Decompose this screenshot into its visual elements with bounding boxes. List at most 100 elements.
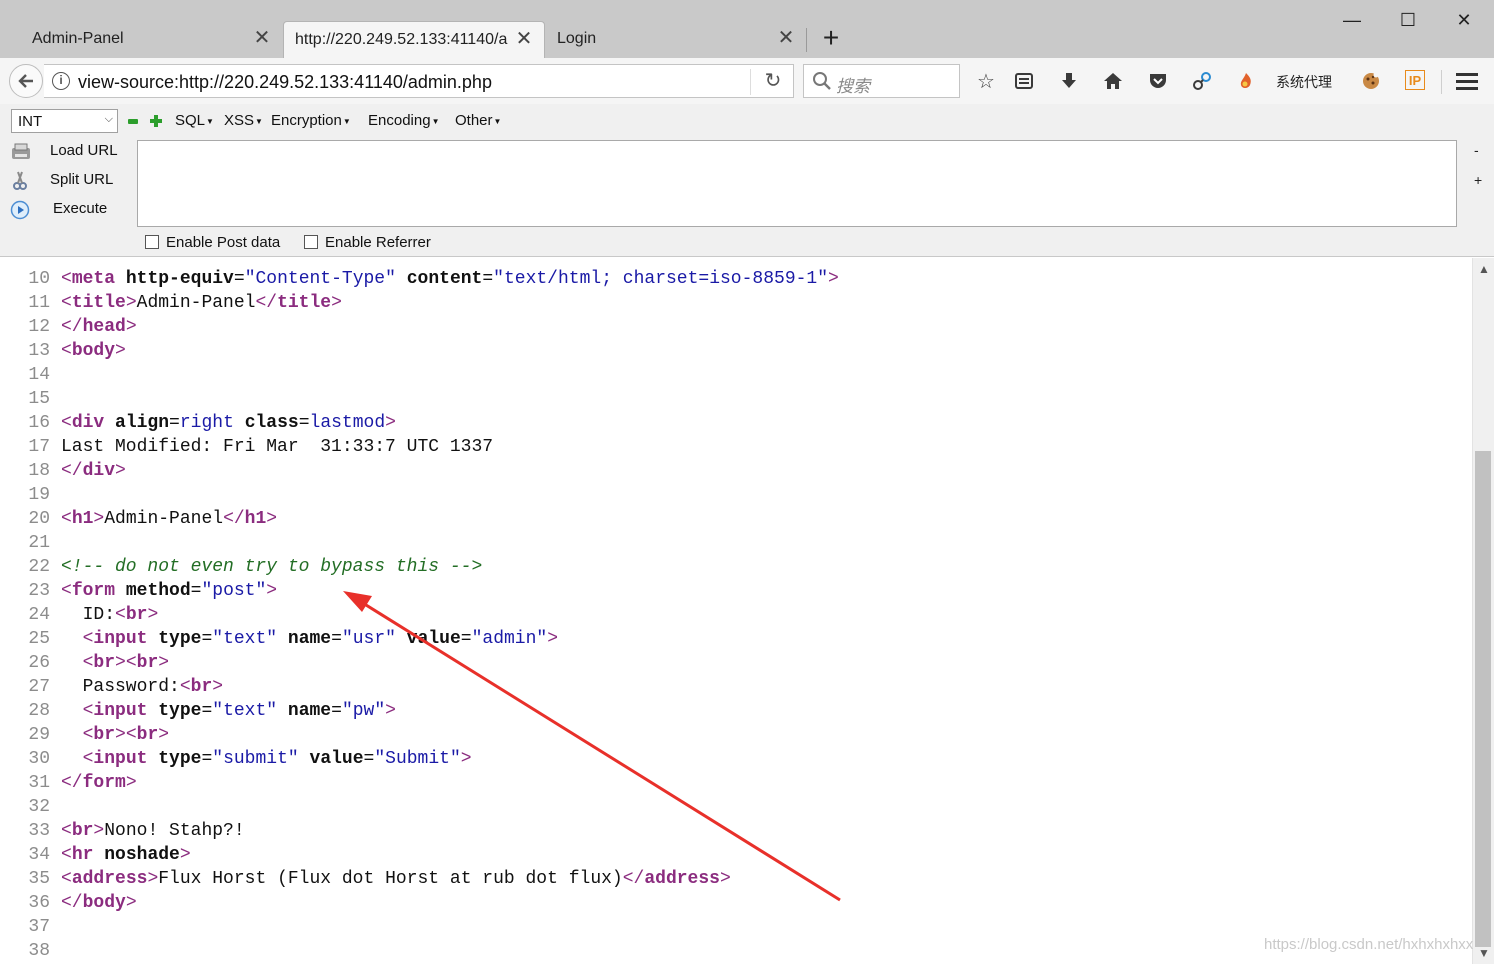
search-placeholder: 搜索 xyxy=(836,77,870,96)
bookmark-star-icon[interactable]: ☆ xyxy=(974,69,998,93)
hackbar-extension-icon[interactable] xyxy=(1234,69,1258,93)
source-line: 33 <br>Nono! Stahp?! xyxy=(0,819,244,843)
code-tag-name: div xyxy=(82,461,116,481)
code-bracket: < xyxy=(61,293,72,313)
line-number: 34 xyxy=(28,845,50,865)
back-arrow-icon xyxy=(18,74,33,88)
code-bracket: > xyxy=(547,629,559,649)
close-window-button[interactable]: ✕ xyxy=(1452,8,1476,32)
code-text: = xyxy=(190,581,202,601)
code-bracket: </ xyxy=(622,869,645,889)
code-bracket: < xyxy=(61,581,72,601)
source-line: 25 <input type="text" name="usr" value="… xyxy=(0,627,558,651)
ip-icon[interactable]: IP xyxy=(1405,70,1425,90)
minimize-button[interactable]: — xyxy=(1340,8,1364,32)
checkbox-box[interactable] xyxy=(304,235,318,249)
source-line: 10 <meta http-equiv="Content-Type" conten… xyxy=(0,267,838,291)
source-line: 30 <input type="submit" value="Submit"> xyxy=(0,747,471,771)
increment-icon[interactable] xyxy=(150,115,162,127)
extension-tools-icon[interactable] xyxy=(1190,69,1214,93)
menu-sql[interactable]: SQL▼ xyxy=(175,112,214,129)
code-bracket: > xyxy=(147,869,159,889)
code-attribute-name: name xyxy=(287,629,332,649)
tab-close-icon[interactable]: ✕ xyxy=(515,29,533,49)
code-bracket: </ xyxy=(61,461,83,481)
code-attribute-value: "Submit" xyxy=(374,749,461,769)
reading-list-icon[interactable] xyxy=(1012,69,1036,93)
tab-login[interactable]: Login ✕ xyxy=(547,21,807,58)
code-bracket: >< xyxy=(115,653,137,673)
scroll-up-icon[interactable]: ▲ xyxy=(1478,262,1490,276)
decrement-icon[interactable] xyxy=(128,119,138,124)
reload-icon[interactable]: ↻ xyxy=(762,70,784,92)
download-icon[interactable] xyxy=(1057,69,1081,93)
shrink-textarea-button[interactable]: - xyxy=(1474,142,1479,158)
view-source-content: 10 <meta http-equiv="Content-Type" conten… xyxy=(0,258,1472,964)
code-attribute-name: value xyxy=(309,749,364,769)
url-bar[interactable]: i view-source:http://220.249.52.133:4114… xyxy=(44,64,794,98)
vertical-scrollbar[interactable]: ▲ ▼ xyxy=(1472,258,1494,964)
source-line: 20 <h1>Admin-Panel</h1> xyxy=(0,507,277,531)
line-number: 31 xyxy=(28,773,50,793)
line-number: 33 xyxy=(28,821,50,841)
expand-textarea-button[interactable]: + xyxy=(1474,172,1482,188)
code-bracket: < xyxy=(61,869,72,889)
menu-encoding[interactable]: Encoding▼ xyxy=(368,112,439,129)
line-number: 20 xyxy=(28,509,50,529)
home-icon[interactable] xyxy=(1101,69,1125,93)
code-text: = xyxy=(460,629,472,649)
code-bracket: > xyxy=(125,893,137,913)
tab-admin-panel[interactable]: Admin-Panel ✕ xyxy=(0,21,280,58)
url-textarea[interactable] xyxy=(137,140,1457,227)
source-line: 21 xyxy=(0,531,61,555)
code-tag-name: hr xyxy=(71,845,94,865)
code-bracket: > xyxy=(266,509,278,529)
menu-xss[interactable]: XSS▼ xyxy=(224,112,263,129)
source-line: 17 Last Modified: Fri Mar 31:33:7 UTC 133… xyxy=(0,435,493,459)
code-tag-name: input xyxy=(93,629,148,649)
url-text[interactable]: view-source:http://220.249.52.133:41140/… xyxy=(78,72,492,93)
scroll-down-icon[interactable]: ▼ xyxy=(1478,946,1490,960)
code-text: ID: xyxy=(61,605,116,625)
cookie-icon[interactable] xyxy=(1359,69,1383,93)
code-bracket: </ xyxy=(223,509,245,529)
tab-close-icon[interactable]: ✕ xyxy=(253,28,271,48)
encoding-type-select[interactable]: INT ⌵ xyxy=(11,109,118,133)
source-line: 34 <hr noshade> xyxy=(0,843,190,867)
maximize-button[interactable]: ☐ xyxy=(1396,8,1420,32)
back-button[interactable] xyxy=(9,64,43,98)
line-number: 14 xyxy=(28,365,50,385)
line-number: 32 xyxy=(28,797,50,817)
menu-encryption[interactable]: Encryption▼ xyxy=(271,112,351,129)
line-number: 38 xyxy=(28,941,50,961)
menu-label: SQL xyxy=(175,112,206,129)
code-bracket: </ xyxy=(61,893,83,913)
watermark: https://blog.csdn.net/hxhxhxhxx xyxy=(1264,936,1474,953)
code-bracket: < xyxy=(61,341,72,361)
menu-other[interactable]: Other▼ xyxy=(455,112,501,129)
info-icon[interactable]: i xyxy=(52,72,70,90)
code-tag-name: address xyxy=(644,869,720,889)
code-attribute-value: "text/html; charset=iso-8859-1" xyxy=(493,269,829,289)
code-attribute-name: type xyxy=(158,629,202,649)
scroll-thumb[interactable] xyxy=(1475,451,1491,947)
code-bracket: </ xyxy=(61,317,83,337)
tab-view-source[interactable]: http://220.249.52.133:41140/a ✕ xyxy=(283,21,545,58)
code-text: = xyxy=(298,413,310,433)
tab-close-icon[interactable]: ✕ xyxy=(777,28,795,48)
hamburger-menu-icon[interactable] xyxy=(1456,73,1478,94)
code-text: = xyxy=(201,629,213,649)
source-line: 37 xyxy=(0,915,61,939)
checkbox-box[interactable] xyxy=(145,235,159,249)
proxy-label[interactable]: 系统代理 xyxy=(1276,72,1332,92)
code-tag-name: br xyxy=(136,653,159,673)
pocket-icon[interactable] xyxy=(1146,69,1170,93)
code-bracket: < xyxy=(82,701,94,721)
code-attribute-name: noshade xyxy=(104,845,180,865)
new-tab-button[interactable]: + xyxy=(818,24,844,52)
search-box[interactable]: 搜索 xyxy=(803,64,960,98)
code-text: = xyxy=(331,629,342,649)
